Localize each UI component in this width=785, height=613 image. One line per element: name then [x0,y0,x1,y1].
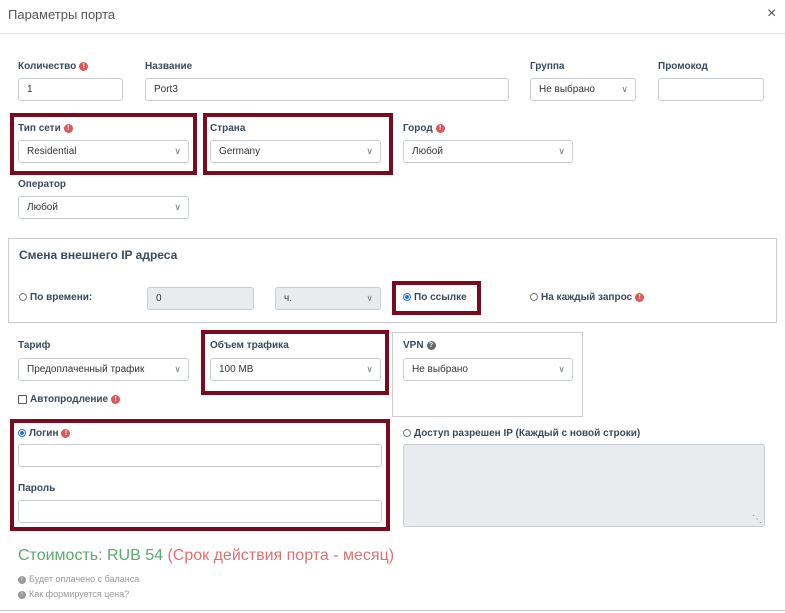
checkbox-icon[interactable] [18,394,27,404]
quantity-label: Количество! [18,61,89,72]
chevron-down-icon: ∨ [174,364,181,374]
chevron-down-icon: ∨ [174,202,181,212]
error-icon: ! [63,123,73,133]
resize-handle-icon[interactable]: ⋱ [752,514,762,525]
group-value: Не выбрано [539,84,595,95]
footer-divider [0,610,785,611]
password-input[interactable] [18,500,382,523]
network-type-label: Тип сети! [18,123,73,134]
network-type-value: Residential [27,146,77,157]
operator-label: Оператор [18,179,67,190]
cost-line: Стоимость: RUB 54 (Срок действия порта -… [18,547,394,565]
operator-select[interactable]: Любой ∨ [18,196,189,219]
note-price-link[interactable]: ! Как формируется цена? [18,589,129,599]
traffic-label: Объем трафика [210,340,289,351]
vpn-label: VPN? [403,340,436,351]
traffic-value: 100 MB [219,364,254,375]
country-select[interactable]: Germany ∨ [210,140,381,163]
chevron-down-icon: ∨ [174,146,181,156]
chevron-down-icon: ∨ [366,146,373,156]
promo-label: Промокод [658,61,708,72]
error-icon: ! [79,61,89,71]
city-label: Город! [403,123,445,134]
radio-by-time[interactable]: По времени: [19,292,92,303]
radio-icon[interactable] [530,293,538,302]
chevron-down-icon: ∨ [558,146,565,156]
promo-input[interactable] [658,78,764,101]
group-select[interactable]: Не выбрано ∨ [530,78,636,101]
tariff-label: Тариф [18,340,51,351]
traffic-select[interactable]: 100 MB ∨ [210,358,381,381]
chevron-down-icon: ∨ [558,364,565,374]
city-select[interactable]: Любой ∨ [403,140,573,163]
chevron-down-icon: ∨ [366,364,373,374]
chevron-down-icon: ∨ [621,84,628,94]
info-icon: ! [18,590,26,599]
login-input[interactable] [18,444,382,467]
info-icon: ! [18,575,26,584]
radio-icon[interactable] [403,429,411,438]
radio-login[interactable]: Логин! [18,428,71,439]
country-value: Germany [219,146,261,157]
radio-ip-access[interactable]: Доступ разрешен IP (Каждый с новой строк… [403,428,640,439]
header-divider [0,33,785,34]
time-unit-value: ч. [284,293,292,304]
error-icon: ! [635,292,645,302]
vpn-select[interactable]: Не выбрано ∨ [403,358,573,381]
operator-value: Любой [27,202,58,213]
autorenew-checkbox[interactable]: Автопродление! [18,394,121,405]
group-label: Группа [530,61,565,72]
radio-selected-icon[interactable] [18,429,26,438]
error-icon: ! [61,428,71,438]
radio-icon[interactable] [19,293,27,302]
cost-period: (Срок действия порта - месяц) [167,547,395,564]
time-value-input[interactable]: 0 [147,287,254,310]
modal-title: Параметры порта [8,7,116,22]
city-value: Любой [412,146,443,157]
help-icon[interactable]: ? [426,340,436,350]
name-input[interactable]: Port3 [145,78,509,101]
cost-value: Стоимость: RUB 54 [18,547,164,564]
note-balance: ! Будет оплачено с баланса [18,574,139,584]
quantity-input[interactable]: 1 [18,78,123,101]
radio-selected-icon[interactable] [403,293,411,302]
radio-by-link[interactable]: По ссылке [403,292,467,303]
country-label: Страна [210,123,246,134]
close-icon[interactable]: × [767,5,776,23]
tariff-value: Предоплаченный трафик [27,364,145,375]
error-icon: ! [435,123,445,133]
radio-each-request[interactable]: На каждый запрос! [530,292,645,303]
network-type-select[interactable]: Residential ∨ [18,140,189,163]
password-label: Пароль [18,483,56,494]
tariff-select[interactable]: Предоплаченный трафик ∨ [18,358,189,381]
error-icon: ! [111,394,121,404]
time-unit-select[interactable]: ч. ∨ [275,287,381,310]
chevron-down-icon: ∨ [366,293,373,303]
ip-change-title: Смена внешнего IP адреса [19,248,178,262]
name-label: Название [145,61,193,72]
ip-access-textarea[interactable] [403,444,765,527]
vpn-value: Не выбрано [412,364,468,375]
